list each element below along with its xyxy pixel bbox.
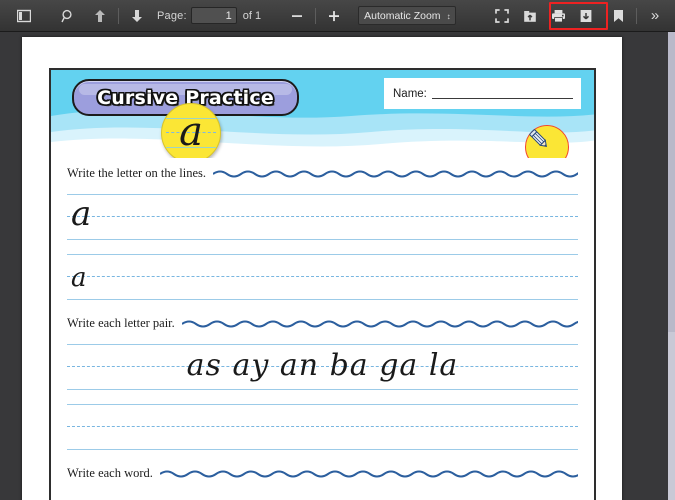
- squiggle-divider: [213, 168, 578, 179]
- rule-top: [67, 254, 578, 255]
- toolbar-divider-2: [315, 7, 317, 24]
- arrow-up-icon[interactable]: [88, 5, 112, 27]
- rule-bottom: [67, 299, 578, 300]
- instruction-row: Write each word.: [51, 462, 594, 484]
- rule-mid-dashed: [67, 216, 578, 217]
- rule-bottom: [67, 449, 578, 450]
- letter-badge: a: [161, 103, 221, 158]
- toolbar-divider: [118, 7, 119, 24]
- instruction-row: Write each letter pair.: [51, 312, 594, 334]
- rule-mid-dashed: [67, 426, 578, 427]
- plus-icon[interactable]: [322, 5, 346, 27]
- toolbar-right-group: »: [488, 5, 675, 27]
- rule-mid-dashed: [67, 276, 578, 277]
- arrow-down-icon[interactable]: [125, 5, 149, 27]
- download-icon[interactable]: [574, 5, 598, 27]
- more-tools-glyph: »: [650, 6, 660, 24]
- open-file-icon[interactable]: [518, 5, 542, 27]
- worksheet: Cursive Practice a Name: Write the lette…: [49, 68, 596, 500]
- print-icon[interactable]: [546, 5, 570, 27]
- page-label: Page:: [157, 9, 187, 22]
- toolbar-divider-3: [636, 7, 637, 24]
- bookmark-icon[interactable]: [606, 5, 630, 27]
- zoom-select[interactable]: Automatic Zoom ↕: [358, 6, 456, 25]
- zoom-select-value: Automatic Zoom: [364, 10, 441, 22]
- toolbar-zoom-group: Automatic Zoom ↕: [261, 5, 488, 27]
- chevron-updown-icon: ↕: [446, 12, 451, 21]
- double-chevron-right-icon[interactable]: »: [643, 5, 667, 27]
- instruction-text: Write the letter on the lines.: [67, 165, 207, 180]
- rule-top: [67, 404, 578, 405]
- pdf-viewer-window: Page: 1 of 1 Automatic Zoom ↕ » Cursive …: [0, 0, 675, 500]
- sidebar-toggle-icon[interactable]: [12, 5, 36, 27]
- pdf-page: Cursive Practice a Name: Write the lette…: [22, 37, 622, 500]
- fullscreen-icon[interactable]: [490, 5, 514, 27]
- page-total-label: of 1: [242, 9, 262, 22]
- rule-top: [67, 194, 578, 195]
- name-field[interactable]: Name:: [384, 78, 581, 109]
- squiggle-divider: [159, 468, 578, 479]
- vertical-scrollbar[interactable]: [668, 32, 675, 500]
- name-write-rule: [431, 89, 573, 99]
- instruction-row: Write the letter on the lines.: [51, 162, 594, 184]
- toolbar-left-group: Page: 1 of 1: [0, 5, 261, 27]
- scrollbar-thumb[interactable]: [668, 32, 675, 332]
- practice-line-block: as ay an ba ga la: [67, 344, 578, 396]
- search-icon[interactable]: [56, 5, 80, 27]
- minus-icon[interactable]: [285, 5, 309, 27]
- practice-sample: a: [71, 194, 92, 234]
- worksheet-header-banner: Cursive Practice a Name:: [51, 70, 594, 158]
- rule-bottom: [67, 239, 578, 240]
- practice-line-block: a: [67, 194, 578, 246]
- page-number-input[interactable]: 1: [190, 7, 237, 24]
- name-label: Name:: [393, 87, 427, 100]
- pdf-viewer-canvas[interactable]: Cursive Practice a Name: Write the lette…: [0, 32, 668, 500]
- practice-sample: as ay an ba ga la: [186, 348, 459, 383]
- practice-line-block: a: [67, 254, 578, 306]
- pdf-toolbar: Page: 1 of 1 Automatic Zoom ↕ »: [0, 0, 675, 32]
- badge-letter: a: [179, 109, 203, 155]
- instruction-text: Write each word.: [67, 465, 153, 480]
- practice-line-block: [67, 404, 578, 456]
- instruction-text: Write each letter pair.: [67, 315, 175, 330]
- practice-sample: a: [71, 263, 87, 293]
- squiggle-divider: [181, 318, 578, 329]
